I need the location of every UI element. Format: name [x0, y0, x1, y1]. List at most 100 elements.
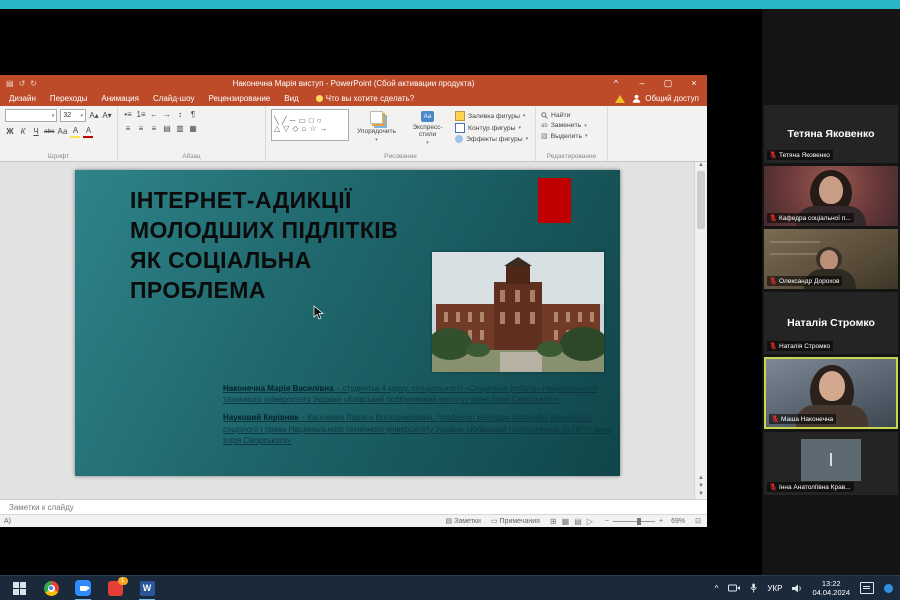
replace-icon: ab: [541, 123, 548, 129]
participant-tile[interactable]: Тетяна Яковенко Тетяна Яковенко: [764, 105, 898, 163]
start-button[interactable]: [9, 576, 29, 600]
minimize-button[interactable]: –: [629, 75, 655, 91]
grow-font-icon[interactable]: A▴: [89, 110, 99, 121]
previous-slide-icon[interactable]: ▲: [698, 475, 704, 481]
smartart-convert-icon[interactable]: ▦: [188, 123, 198, 134]
replace-button[interactable]: ab Заменить ▾: [541, 122, 602, 129]
zoom-out-icon[interactable]: −: [605, 518, 609, 525]
strikethrough-button[interactable]: abc: [44, 126, 54, 137]
participant-tile[interactable]: І Інна Анатоліївна Крав...: [764, 432, 898, 495]
zoom-percentage[interactable]: 69%: [671, 518, 685, 525]
tell-me-box[interactable]: Что вы хотите сделать?: [316, 94, 414, 103]
font-name-combobox[interactable]: ▾: [5, 109, 57, 122]
notes-toggle-button[interactable]: ▤ Заметки: [445, 517, 480, 525]
university-building-image[interactable]: [432, 252, 604, 372]
comments-toggle-label: Примечания: [500, 518, 540, 525]
zoom-slider-thumb[interactable]: [637, 518, 641, 525]
redo-icon[interactable]: ↻: [30, 79, 37, 88]
bullets-icon[interactable]: •≡: [123, 109, 133, 120]
word-taskbar-button[interactable]: W: [137, 576, 157, 600]
find-button[interactable]: Найти: [541, 112, 602, 119]
powerpoint-titlebar[interactable]: ▤ ↺ ↻ Наконечна Марія виступ - PowerPoin…: [0, 75, 707, 91]
select-button[interactable]: ▧ Выделить ▾: [541, 132, 602, 140]
shapes-gallery[interactable]: ╲╱─▭□○ △▽◇⌂☆→: [271, 109, 349, 141]
camera-tray-icon[interactable]: [728, 584, 740, 592]
ribbon-display-options-icon[interactable]: ^: [603, 75, 629, 91]
powerpoint-statusbar: А) ▤ Заметки ▭ Примечания ⊞ ▦ ▤ ▷ − + 69…: [0, 514, 707, 527]
blue-indicator-dot[interactable]: [884, 584, 893, 593]
share-button[interactable]: Общий доступ: [632, 94, 699, 103]
meeting-topbar[interactable]: [0, 0, 900, 9]
zoom-taskbar-button[interactable]: [73, 576, 93, 600]
align-right-icon[interactable]: ≡: [149, 123, 159, 134]
shape-outline-button[interactable]: Контур фигуры ▾: [455, 123, 528, 133]
slide-body-textbox[interactable]: Наконечна Марія Василівна – студентка 4 …: [223, 383, 623, 453]
slide-sorter-view-icon[interactable]: ▦: [562, 517, 570, 526]
participant-name-label: Олександр Дорохов: [767, 276, 842, 286]
normal-view-icon[interactable]: ⊞: [550, 517, 557, 526]
slide-title-textbox[interactable]: ІНТЕРНЕТ-АДИКЦІЇ МОЛОДШИХ ПІДЛІТКІВ ЯК С…: [130, 186, 475, 306]
bold-button[interactable]: Ж: [5, 126, 15, 137]
shape-effects-button[interactable]: Эффекты фигуры ▾: [455, 135, 528, 143]
close-button[interactable]: ×: [681, 75, 707, 91]
zoom-in-icon[interactable]: +: [659, 518, 663, 525]
taskbar-clock[interactable]: 13:22 04.04.2024: [812, 579, 850, 598]
participant-tile-active-speaker[interactable]: Маша Наконечна: [764, 357, 898, 429]
numbering-icon[interactable]: 1≡: [136, 109, 146, 120]
scrollbar-thumb[interactable]: [697, 171, 705, 229]
scroll-down-icon[interactable]: ▼: [698, 491, 704, 497]
tab-slideshow[interactable]: Слайд-шоу: [146, 91, 201, 106]
decrease-indent-icon[interactable]: ←: [149, 109, 159, 120]
activation-warning-icon[interactable]: [615, 95, 625, 103]
slide-canvas[interactable]: ІНТЕРНЕТ-АДИКЦІЇ МОЛОДШИХ ПІДЛІТКІВ ЯК С…: [75, 170, 620, 476]
shape-fill-button[interactable]: Заливка фигуры ▾: [455, 111, 528, 121]
statusbar-left-fragment: А): [4, 518, 11, 525]
notification-app-taskbar-button[interactable]: 1: [105, 576, 125, 600]
reading-view-icon[interactable]: ▤: [574, 517, 582, 526]
columns-icon[interactable]: ▥: [175, 123, 185, 134]
highlight-color-button[interactable]: А: [70, 125, 80, 138]
shrink-font-icon[interactable]: A▾: [102, 110, 112, 121]
underline-button[interactable]: Ч: [31, 126, 41, 137]
action-center-icon[interactable]: [860, 582, 874, 594]
align-center-icon[interactable]: ≡: [136, 123, 146, 134]
arrange-button[interactable]: Упорядочить ▾: [353, 109, 400, 151]
slideshow-view-icon[interactable]: ▷: [587, 517, 593, 526]
scroll-up-icon[interactable]: ▲: [698, 162, 704, 168]
tab-design[interactable]: Дизайн: [2, 91, 43, 106]
language-indicator[interactable]: УКР: [767, 584, 782, 593]
comments-toggle-button[interactable]: ▭ Примечания: [491, 517, 540, 525]
browser-taskbar-button[interactable]: [41, 576, 61, 600]
save-icon[interactable]: ▤: [6, 79, 14, 88]
next-slide-icon[interactable]: ▼: [698, 483, 704, 489]
restore-button[interactable]: ▢: [655, 75, 681, 91]
line-spacing-icon[interactable]: ↕: [175, 109, 185, 120]
italic-button[interactable]: К: [18, 126, 28, 137]
tab-review[interactable]: Рецензирование: [201, 91, 277, 106]
participant-tile[interactable]: Кафедра соціальної п...: [764, 166, 898, 226]
quick-styles-label: Экспресс- стили: [412, 124, 442, 138]
undo-icon[interactable]: ↺: [19, 79, 26, 88]
participant-tile[interactable]: Наталія Стромко Наталія Стромко: [764, 292, 898, 354]
volume-tray-icon[interactable]: [792, 584, 802, 593]
font-size-combobox[interactable]: 32▾: [60, 109, 86, 122]
tab-transitions[interactable]: Переходы: [43, 91, 95, 106]
increase-indent-icon[interactable]: →: [162, 109, 172, 120]
slide-red-accent-shape[interactable]: [538, 178, 571, 223]
text-direction-icon[interactable]: ¶: [188, 109, 198, 120]
change-case-button[interactable]: Аа: [57, 126, 67, 137]
quick-styles-button[interactable]: Аа Экспресс- стили ▾: [404, 109, 451, 151]
font-color-button[interactable]: А: [83, 125, 93, 138]
justify-icon[interactable]: ▤: [162, 123, 172, 134]
align-left-icon[interactable]: ≡: [123, 123, 133, 134]
microphone-tray-icon[interactable]: [750, 583, 757, 593]
show-hidden-icons-chevron[interactable]: ^: [715, 584, 719, 593]
tab-view[interactable]: Вид: [277, 91, 305, 106]
vertical-scrollbar[interactable]: ▲ ▲ ▼ ▼: [694, 162, 707, 499]
participant-tile[interactable]: Олександр Дорохов: [764, 229, 898, 289]
zoom-slider[interactable]: [613, 521, 655, 522]
fit-to-window-icon[interactable]: ⊡: [695, 517, 701, 525]
notes-pane[interactable]: Заметки к слайду: [0, 499, 707, 514]
tab-animations[interactable]: Анимация: [94, 91, 146, 106]
slide-editor-area[interactable]: ІНТЕРНЕТ-АДИКЦІЇ МОЛОДШИХ ПІДЛІТКІВ ЯК С…: [0, 162, 707, 499]
